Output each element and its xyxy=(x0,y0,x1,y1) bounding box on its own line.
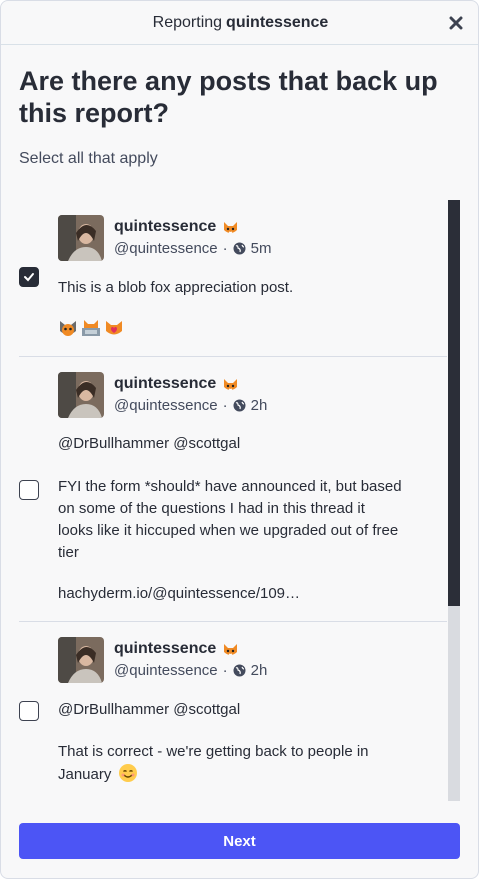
post-meta: @quintessence · 5m xyxy=(114,240,271,257)
blobfox-emoji-icon xyxy=(60,321,76,336)
blobfox-heart-emoji-icon xyxy=(106,321,122,335)
post-text: This is a blob fox appreciation post. xyxy=(58,279,294,296)
list-item: quintessence @quintessence · 2h @DrBullh… xyxy=(19,622,447,801)
page-title: Are there any posts that back up this re… xyxy=(19,66,438,128)
modal-header: Reporting quintessence xyxy=(1,1,478,45)
blobfox-icon xyxy=(224,378,238,390)
meta-separator: · xyxy=(222,397,228,414)
post-mentions[interactable]: @DrBullhammer @scottgal xyxy=(58,699,403,721)
avatar[interactable] xyxy=(58,372,104,418)
display-name: quintessence xyxy=(114,640,217,657)
post-link[interactable]: hachyderm.io/@quintessence/109… xyxy=(58,583,403,605)
globe-icon xyxy=(233,242,246,255)
header-username: quintessence xyxy=(226,13,329,31)
close-icon xyxy=(449,16,463,30)
emoji-row xyxy=(58,318,124,338)
handle: @quintessence xyxy=(114,662,218,679)
post-author[interactable]: quintessence xyxy=(114,640,239,658)
post-text-wrap: That is correct - we're getting back to … xyxy=(58,741,403,786)
smiling-face-emoji xyxy=(118,764,137,782)
globe-icon xyxy=(233,399,246,412)
blobfox-icon xyxy=(224,221,238,233)
display-name: quintessence xyxy=(114,375,217,392)
list-item: quintessence @quintessence · 5m This is … xyxy=(19,200,447,357)
globe-icon xyxy=(233,664,246,677)
post-checkbox[interactable] xyxy=(19,267,39,287)
page-subtitle: Select all that apply xyxy=(19,150,158,167)
post-checkbox[interactable] xyxy=(19,480,39,500)
check-icon xyxy=(24,273,34,282)
post-text: That is correct - we're getting back to … xyxy=(58,743,369,783)
post-mentions[interactable]: @DrBullhammer @scottgal xyxy=(58,433,403,455)
list-item: quintessence @quintessence · 2h @DrBullh… xyxy=(19,357,447,622)
post-meta: @quintessence · 2h xyxy=(114,662,267,679)
blobfox-icon xyxy=(224,643,238,655)
avatar[interactable] xyxy=(58,637,104,683)
post-author[interactable]: quintessence xyxy=(114,218,239,236)
timestamp[interactable]: 2h xyxy=(251,662,268,679)
post-list[interactable]: quintessence @quintessence · 5m This is … xyxy=(19,200,460,801)
meta-separator: · xyxy=(222,662,228,679)
post-text: FYI the form *should* have announced it,… xyxy=(58,478,402,561)
avatar[interactable] xyxy=(58,215,104,261)
close-button[interactable] xyxy=(446,13,466,33)
post-checkbox[interactable] xyxy=(19,701,39,721)
header-prefix: Reporting xyxy=(152,13,223,31)
post-author[interactable]: quintessence xyxy=(114,375,239,393)
next-button[interactable]: Next xyxy=(19,823,460,859)
scrollbar-thumb[interactable] xyxy=(448,200,460,606)
handle: @quintessence xyxy=(114,240,218,257)
post-meta: @quintessence · 2h xyxy=(114,397,267,414)
report-modal: Reporting quintessence Are there any pos… xyxy=(0,0,479,879)
timestamp[interactable]: 2h xyxy=(251,397,268,414)
timestamp[interactable]: 5m xyxy=(251,240,272,257)
meta-separator: · xyxy=(222,240,228,257)
blobfox-laptop-emoji-icon xyxy=(82,320,100,336)
display-name: quintessence xyxy=(114,218,217,235)
handle: @quintessence xyxy=(114,397,218,414)
